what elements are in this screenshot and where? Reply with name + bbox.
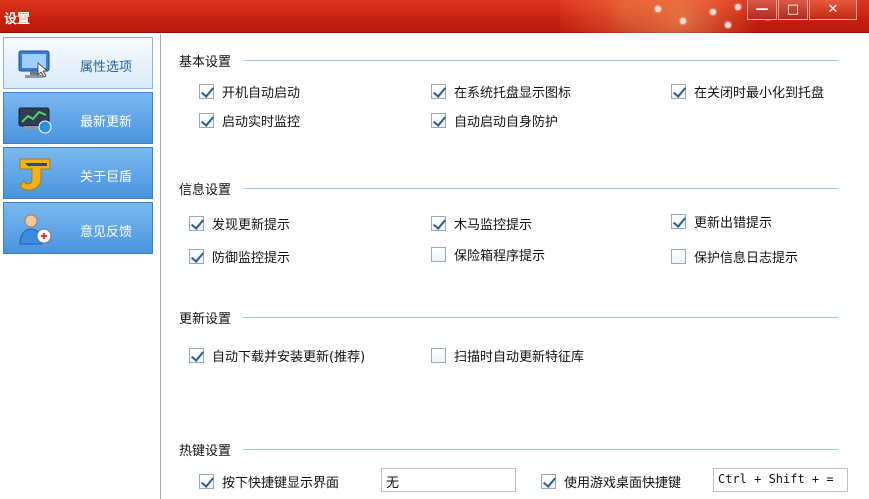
option-safebox-program-prompt[interactable]: 保险箱程序提示: [431, 245, 546, 264]
option-auto-self-protection[interactable]: 自动启动自身防护: [431, 111, 559, 130]
show-ui-hotkey-input[interactable]: 无: [381, 468, 516, 492]
option-label: 开机自动启动: [222, 85, 301, 101]
divider: [243, 317, 838, 318]
checkbox[interactable]: [189, 248, 204, 264]
title-bar: 设置 — □ ✕: [0, 0, 869, 33]
option-label: 扫描时自动更新特征库: [454, 349, 585, 365]
checkbox[interactable]: [199, 112, 214, 128]
option-label: 防御监控提示: [212, 250, 291, 266]
divider: [243, 188, 838, 189]
sidebar: 属性选项 最新更新 关于巨盾 意见反馈: [0, 34, 155, 499]
option-autostart-on-boot[interactable]: 开机自动启动: [199, 82, 301, 101]
shield-logo-icon: [19, 158, 51, 191]
sidebar-item-feedback[interactable]: 意见反馈: [3, 202, 153, 254]
section-title-update: 更新设置: [179, 312, 232, 327]
option-label: 更新出错提示: [694, 215, 773, 231]
checkbox[interactable]: [671, 248, 686, 264]
option-label: 保护信息日志提示: [694, 250, 799, 266]
section-title-basic: 基本设置: [179, 55, 232, 70]
sidebar-item-updates[interactable]: 最新更新: [3, 92, 153, 144]
divider: [243, 449, 838, 450]
option-trojan-monitor-prompt[interactable]: 木马监控提示: [431, 214, 533, 233]
window-title: 设置: [4, 12, 31, 27]
option-show-tray-icon[interactable]: 在系统托盘显示图标: [431, 82, 572, 101]
option-update-error-prompt[interactable]: 更新出错提示: [671, 212, 773, 231]
checkbox[interactable]: [671, 213, 686, 229]
option-minimize-to-tray-on-close[interactable]: 在关闭时最小化到托盘: [671, 82, 825, 101]
option-label: 启动实时监控: [222, 114, 301, 130]
option-label: 木马监控提示: [454, 217, 533, 233]
sidebar-item-about[interactable]: 关于巨盾: [3, 147, 153, 199]
option-update-signatures-on-scan[interactable]: 扫描时自动更新特征库: [431, 346, 585, 365]
checkbox[interactable]: [431, 83, 446, 99]
option-show-ui-hotkey[interactable]: 按下快捷键显示界面: [199, 472, 340, 491]
checkbox[interactable]: [199, 83, 214, 99]
minimize-button[interactable]: —: [747, 0, 777, 20]
checkbox[interactable]: [541, 473, 556, 489]
option-label: 使用游戏桌面快捷键: [564, 475, 682, 491]
checkbox[interactable]: [431, 112, 446, 128]
option-start-realtime-monitor[interactable]: 启动实时监控: [199, 111, 301, 130]
section-title-hotkey: 热键设置: [179, 444, 232, 459]
settings-panel: 基本设置 开机自动启动 在系统托盘显示图标 在关闭时最小化到托盘 启动实时监控 …: [160, 34, 869, 499]
close-button[interactable]: ✕: [809, 0, 857, 20]
option-label: 按下快捷键显示界面: [222, 475, 340, 491]
option-label: 自动下载并安装更新(推荐): [212, 349, 366, 365]
checkbox[interactable]: [431, 347, 446, 363]
section-title-info: 信息设置: [179, 183, 232, 198]
option-label: 在关闭时最小化到托盘: [694, 85, 825, 101]
monitor-icon: [18, 50, 50, 78]
maximize-button[interactable]: □: [778, 0, 808, 20]
sidebar-item-label: 意见反馈: [80, 225, 133, 240]
option-update-found-prompt[interactable]: 发现更新提示: [189, 214, 291, 233]
option-auto-download-install-update[interactable]: 自动下载并安装更新(推荐): [189, 346, 366, 365]
sidebar-item-label: 关于巨盾: [80, 170, 133, 185]
game-desktop-hotkey-input[interactable]: Ctrl + Shift + =: [713, 468, 848, 492]
option-label: 在系统托盘显示图标: [454, 85, 572, 101]
option-protection-log-prompt[interactable]: 保护信息日志提示: [671, 247, 799, 266]
checkbox[interactable]: [671, 83, 686, 99]
checkbox[interactable]: [431, 246, 446, 262]
checkbox[interactable]: [189, 347, 204, 363]
user-feedback-icon: [19, 214, 52, 245]
divider: [243, 60, 838, 61]
sidebar-item-properties[interactable]: 属性选项: [3, 37, 153, 89]
option-defense-monitor-prompt[interactable]: 防御监控提示: [189, 247, 291, 266]
checkbox[interactable]: [431, 215, 446, 231]
checkbox[interactable]: [189, 215, 204, 231]
update-icon: [18, 107, 52, 134]
option-label: 自动启动自身防护: [454, 114, 559, 130]
sidebar-item-label: 属性选项: [80, 60, 133, 75]
option-game-desktop-hotkey[interactable]: 使用游戏桌面快捷键: [541, 472, 682, 491]
sidebar-item-label: 最新更新: [80, 115, 133, 130]
checkbox[interactable]: [199, 473, 214, 489]
option-label: 发现更新提示: [212, 217, 291, 233]
option-label: 保险箱程序提示: [454, 248, 546, 264]
